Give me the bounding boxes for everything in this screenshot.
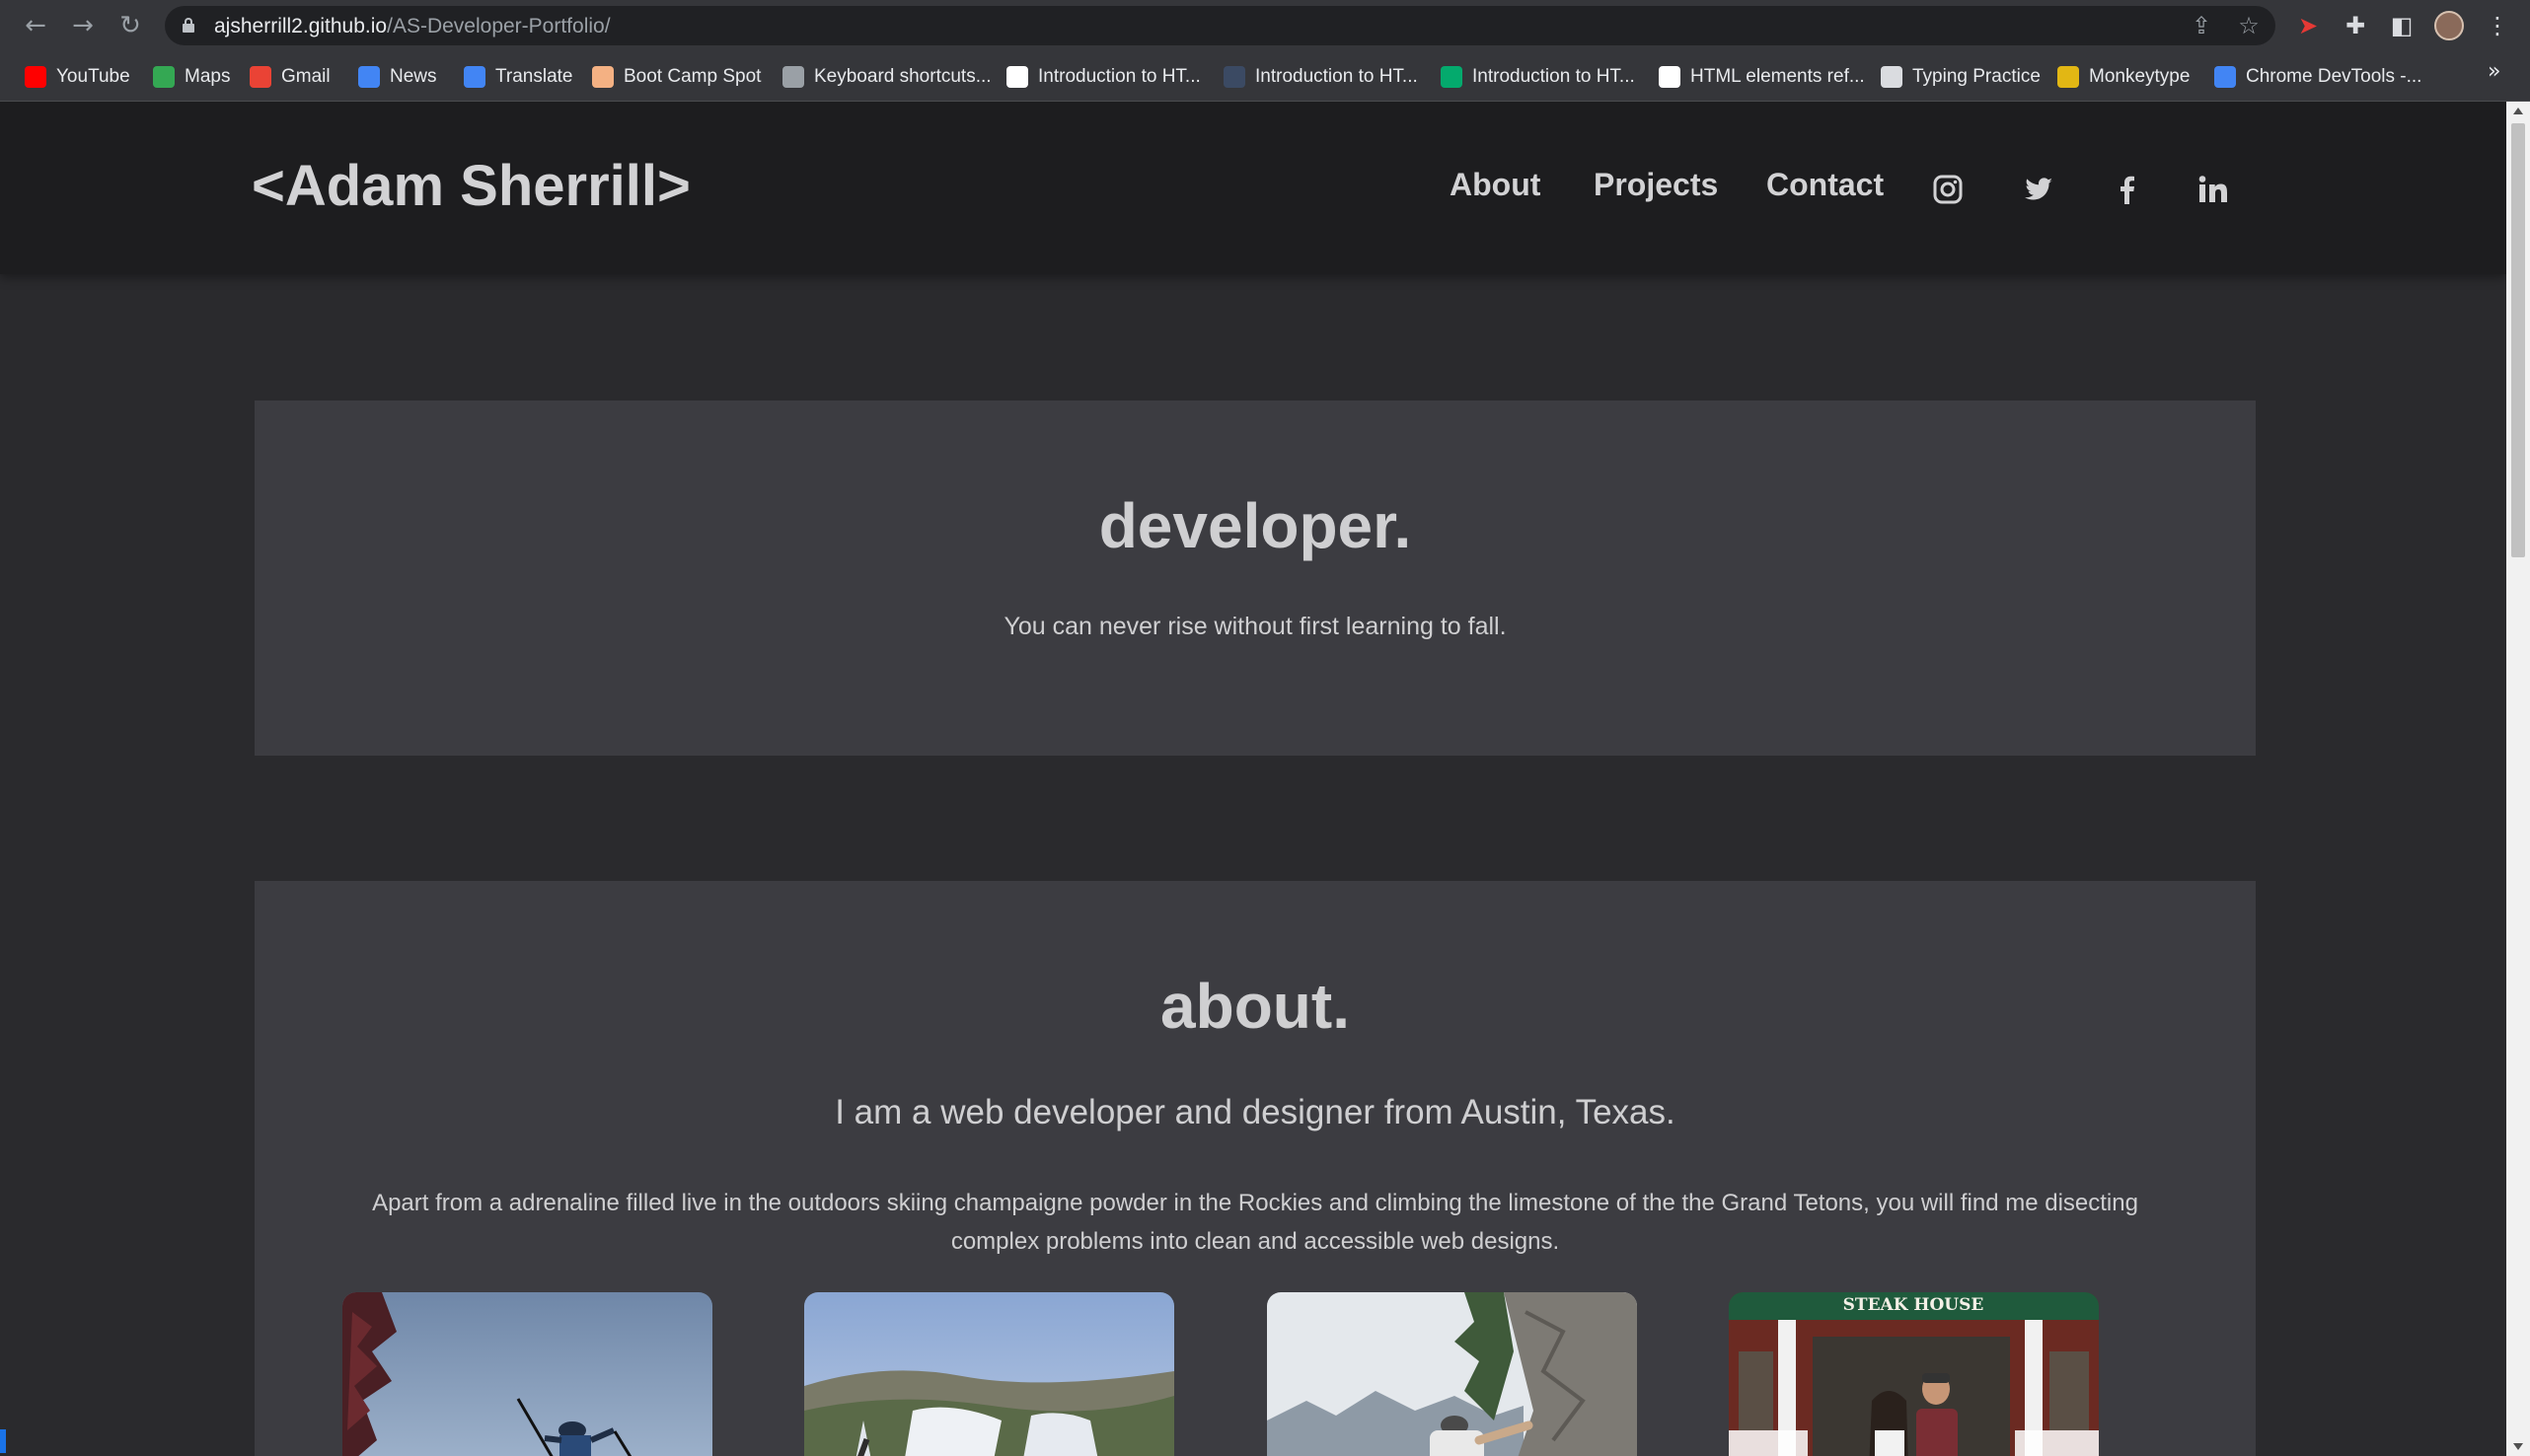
site-header: <Adam Sherrill> About Projects Contact	[0, 102, 2506, 274]
bookmark-favicon-icon	[250, 66, 271, 88]
instagram-icon[interactable]	[1932, 174, 1964, 205]
bookmark-favicon-icon	[1006, 66, 1028, 88]
ski-slope-photo[interactable]	[804, 1292, 1174, 1456]
bookmark-label: Introduction to HT...	[1255, 66, 1418, 87]
nav-contact[interactable]: Contact	[1766, 167, 1884, 203]
bookmark-label: YouTube	[56, 66, 130, 87]
page-scrollbar[interactable]	[2506, 102, 2530, 1456]
steak-house-photo[interactable]: STEAK HOUSE	[1729, 1292, 2099, 1456]
bookmark-item[interactable]: Chrome DevTools -...	[2214, 64, 2421, 90]
bookmark-item[interactable]: Introduction to HT...	[1224, 64, 1418, 90]
bookmark-label: Introduction to HT...	[1038, 66, 1201, 87]
browser-toolbar: ← → ↻ ajsherrill2.github.io/AS-Developer…	[0, 0, 2530, 51]
bookmark-favicon-icon	[2214, 66, 2236, 88]
twitter-icon[interactable]	[2023, 174, 2054, 205]
bookmark-item[interactable]: News	[358, 64, 437, 90]
bookmark-item[interactable]: Maps	[153, 64, 230, 90]
bookmark-favicon-icon	[1224, 66, 1245, 88]
nav-projects[interactable]: Projects	[1594, 167, 1718, 203]
bookmark-item[interactable]: Typing Practice	[1881, 64, 2041, 90]
hero-section: developer. You can never rise without fi…	[255, 400, 2256, 756]
bookmark-favicon-icon	[1881, 66, 1902, 88]
lock-icon	[183, 18, 194, 33]
bookmark-label: Maps	[185, 66, 231, 87]
brand-logo[interactable]: <Adam Sherrill>	[252, 153, 691, 219]
about-title: about.	[1160, 971, 1350, 1042]
bookmark-label: Keyboard shortcuts...	[814, 66, 992, 87]
bookmark-label: News	[390, 66, 437, 87]
extensions-puzzle-icon[interactable]: ✚	[2340, 10, 2371, 41]
bookmark-star-icon[interactable]: ☆	[2235, 12, 2263, 39]
skier-photo[interactable]	[342, 1292, 712, 1456]
bookmark-label: Introduction to HT...	[1472, 66, 1635, 87]
forward-icon[interactable]: →	[67, 10, 99, 41]
scroll-up-icon[interactable]	[2513, 108, 2523, 114]
about-bio: Apart from a adrenaline filled live in t…	[372, 1190, 2138, 1255]
bookmark-favicon-icon	[25, 66, 46, 88]
reload-icon[interactable]: ↻	[114, 10, 146, 41]
linkedin-icon[interactable]	[2196, 174, 2228, 205]
bookmark-label: Chrome DevTools -...	[2246, 66, 2422, 87]
menu-kebab-icon[interactable]: ⋮	[2482, 10, 2513, 41]
url-text[interactable]: ajsherrill2.github.io/AS-Developer-Portf…	[214, 15, 611, 38]
bookmark-favicon-icon	[153, 66, 175, 88]
bookmark-item[interactable]: HTML elements ref...	[1659, 64, 1865, 90]
share-icon[interactable]: ⇪	[2188, 12, 2215, 39]
bookmark-item[interactable]: Introduction to HT...	[1441, 64, 1635, 90]
browser-chrome: ← → ↻ ajsherrill2.github.io/AS-Developer…	[0, 0, 2530, 102]
storefront-sign: STEAK HOUSE	[1843, 1295, 1984, 1315]
bookmark-item[interactable]: Translate	[464, 64, 573, 90]
bookmark-item[interactable]: Introduction to HT...	[1006, 64, 1201, 90]
hero-title: developer.	[1098, 490, 1412, 561]
bookmarks-bar: YouTube Maps Gmail News Translate Boot Camp S…	[0, 51, 2530, 101]
scroll-thumb[interactable]	[2511, 123, 2525, 557]
bookmark-item[interactable]: Monkeytype	[2057, 64, 2190, 90]
page-edge-marker	[0, 1429, 6, 1453]
bookmark-favicon-icon	[592, 66, 614, 88]
hero-tagline: You can never rise without first learnin…	[1004, 613, 1507, 640]
facebook-icon[interactable]	[2112, 174, 2143, 205]
bookmark-item[interactable]: Boot Camp Spot	[592, 64, 761, 90]
scroll-down-icon[interactable]	[2513, 1443, 2523, 1450]
bookmark-favicon-icon	[464, 66, 485, 88]
bookmark-label: Translate	[495, 66, 573, 87]
bookmark-label: HTML elements ref...	[1690, 66, 1865, 87]
nav-about[interactable]: About	[1450, 167, 1540, 203]
page-viewport: <Adam Sherrill> About Projects Contact d…	[0, 102, 2506, 1456]
bookmark-item[interactable]: Gmail	[250, 64, 331, 90]
bookmark-favicon-icon	[782, 66, 804, 88]
address-bar[interactable]: ajsherrill2.github.io/AS-Developer-Portf…	[165, 6, 2275, 45]
about-subheading: I am a web developer and designer from A…	[835, 1093, 1675, 1131]
extension-record-icon[interactable]: ➤	[2292, 10, 2324, 41]
side-panel-icon[interactable]: ◧	[2386, 10, 2418, 41]
bookmark-favicon-icon	[2057, 66, 2079, 88]
more-bookmarks-icon[interactable]: »	[2488, 59, 2500, 84]
bookmark-favicon-icon	[358, 66, 380, 88]
bookmark-item[interactable]: Keyboard shortcuts...	[782, 64, 992, 90]
bookmark-label: Monkeytype	[2089, 66, 2191, 87]
bookmark-label: Gmail	[281, 66, 331, 87]
bookmark-favicon-icon	[1441, 66, 1462, 88]
bookmark-item[interactable]: YouTube	[25, 64, 130, 90]
bookmark-favicon-icon	[1659, 66, 1680, 88]
bookmark-label: Typing Practice	[1912, 66, 2041, 87]
back-icon[interactable]: ←	[20, 10, 51, 41]
bookmark-label: Boot Camp Spot	[624, 66, 762, 87]
profile-avatar[interactable]	[2434, 11, 2464, 40]
climber-photo[interactable]	[1267, 1292, 1637, 1456]
